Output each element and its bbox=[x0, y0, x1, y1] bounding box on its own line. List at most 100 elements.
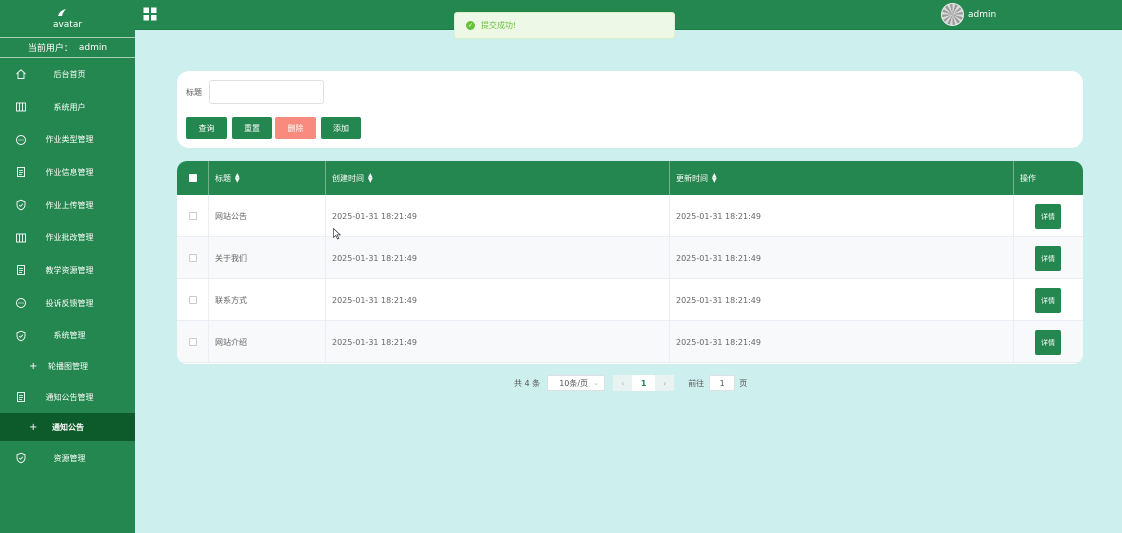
sidebar-item-home[interactable]: 后台首页 bbox=[0, 58, 135, 91]
row-checkbox[interactable] bbox=[188, 338, 197, 346]
cell-created: 2025-01-31 18:21:49 bbox=[326, 237, 670, 279]
delete-button[interactable]: 删除 bbox=[275, 117, 316, 139]
row-checkbox[interactable] bbox=[188, 212, 197, 220]
logo: avatar bbox=[0, 0, 135, 38]
sidebar-item-label: 通知公告 bbox=[52, 422, 84, 432]
mouse-cursor-icon bbox=[333, 228, 341, 240]
table-row: 关于我们 2025-01-31 18:21:49 2025-01-31 18:2… bbox=[177, 237, 1083, 279]
row-select-cell bbox=[177, 237, 209, 279]
goto-page-input[interactable]: 1 bbox=[709, 375, 736, 391]
sort-icon[interactable]: ▲ ▼ bbox=[235, 173, 240, 184]
topbar-username[interactable]: admin bbox=[968, 10, 996, 20]
column-header-title[interactable]: 标题 ▲ ▼ bbox=[209, 161, 326, 195]
row-select-cell bbox=[177, 279, 209, 321]
table-row: 联系方式 2025-01-31 18:21:49 2025-01-31 18:2… bbox=[177, 279, 1083, 321]
current-user: 当前用户： admin bbox=[0, 38, 135, 58]
shield-icon bbox=[16, 330, 26, 342]
select-all-checkbox[interactable] bbox=[188, 174, 197, 182]
page-number-current[interactable]: 1 bbox=[632, 375, 656, 391]
current-user-label: 当前用户： bbox=[27, 44, 73, 54]
detail-button[interactable]: 详情 bbox=[1035, 330, 1061, 355]
shield-icon bbox=[16, 199, 26, 211]
current-user-name: admin bbox=[78, 42, 108, 53]
shield-icon bbox=[16, 452, 26, 464]
pagination: 共 4 条 10条/页 ⌄ ‹ 1 › 前往 1 页 bbox=[514, 375, 747, 391]
chevron-right-icon: › bbox=[663, 378, 667, 388]
row-select-cell bbox=[177, 321, 209, 363]
document-icon bbox=[17, 392, 25, 403]
search-panel: 标题 查询 重置 删除 添加 bbox=[177, 71, 1083, 148]
home-icon bbox=[16, 69, 26, 80]
column-header-actions: 操作 bbox=[1014, 161, 1083, 195]
sidebar-item-notice-management[interactable]: 通知公告管理 bbox=[0, 381, 135, 413]
sidebar-item-homework-type[interactable]: 作业类型管理 bbox=[0, 123, 135, 156]
logo-alt-text: avatar bbox=[52, 19, 83, 30]
next-page-button[interactable]: › bbox=[655, 375, 675, 391]
column-header-updated[interactable]: 更新时间 ▲ ▼ bbox=[670, 161, 1014, 195]
cell-created: 2025-01-31 18:21:49 bbox=[326, 195, 670, 237]
cell-created: 2025-01-31 18:21:49 bbox=[326, 321, 670, 363]
prev-page-button[interactable]: ‹ bbox=[613, 375, 633, 391]
row-checkbox[interactable] bbox=[188, 254, 197, 262]
logo-icon bbox=[57, 8, 67, 20]
sidebar-item-carousel[interactable]: + 轮播图管理 bbox=[0, 352, 135, 381]
sort-icon[interactable]: ▲ ▼ bbox=[712, 173, 717, 184]
cell-title: 联系方式 bbox=[209, 279, 326, 321]
check-circle-icon: ✓ bbox=[466, 21, 475, 30]
table-row: 网站介绍 2025-01-31 18:21:49 2025-01-31 18:2… bbox=[177, 321, 1083, 363]
pagination-total: 共 4 条 bbox=[514, 378, 541, 388]
cell-title: 网站公告 bbox=[209, 195, 326, 237]
sidebar-item-label: 轮播图管理 bbox=[48, 362, 88, 372]
column-header-label: 创建时间 bbox=[332, 173, 364, 183]
sidebar-item-teaching-resources[interactable]: 教学资源管理 bbox=[0, 254, 135, 287]
table-row: 网站公告 2025-01-31 18:21:49 2025-01-31 18:2… bbox=[177, 195, 1083, 237]
title-filter-label: 标题 bbox=[186, 88, 202, 97]
toast-message: 提交成功! bbox=[481, 21, 517, 30]
reset-button[interactable]: 重置 bbox=[232, 117, 272, 139]
sort-icon[interactable]: ▲ ▼ bbox=[368, 173, 373, 184]
cell-updated: 2025-01-31 18:21:49 bbox=[670, 195, 1014, 237]
avatar[interactable] bbox=[941, 3, 964, 26]
add-button[interactable]: 添加 bbox=[321, 117, 361, 139]
chat-icon bbox=[16, 134, 26, 145]
sidebar-item-resources[interactable]: 资源管理 bbox=[0, 441, 135, 475]
detail-button[interactable]: 详情 bbox=[1035, 204, 1061, 229]
cell-updated: 2025-01-31 18:21:49 bbox=[670, 279, 1014, 321]
sidebar-item-homework-grading[interactable]: 作业批改管理 bbox=[0, 221, 135, 254]
data-table: 标题 ▲ ▼ 创建时间 ▲ ▼ 更新时间 ▲ ▼ 操作 网站公告 2025-01-31… bbox=[177, 161, 1083, 364]
plus-icon: + bbox=[29, 361, 38, 373]
row-checkbox[interactable] bbox=[188, 296, 197, 304]
goto-label: 前往 bbox=[688, 378, 705, 388]
column-header-label: 标题 bbox=[215, 173, 231, 183]
cell-title: 关于我们 bbox=[209, 237, 326, 279]
sidebar-item-feedback[interactable]: 投诉反馈管理 bbox=[0, 287, 135, 320]
sidebar-item-homework-info[interactable]: 作业信息管理 bbox=[0, 156, 135, 189]
title-filter-input[interactable] bbox=[209, 80, 324, 104]
columns-icon bbox=[16, 233, 26, 243]
chevron-left-icon: ‹ bbox=[621, 378, 625, 388]
chat-icon bbox=[16, 298, 26, 309]
column-header-label: 更新时间 bbox=[676, 173, 708, 183]
plus-icon: + bbox=[29, 421, 38, 433]
detail-button[interactable]: 详情 bbox=[1035, 246, 1061, 271]
chevron-down-icon: ⌄ bbox=[593, 379, 600, 387]
page-suffix-label: 页 bbox=[739, 378, 748, 388]
document-icon bbox=[17, 265, 25, 276]
select-all-cell bbox=[177, 161, 209, 195]
cell-title: 网站介绍 bbox=[209, 321, 326, 363]
columns-icon bbox=[16, 102, 26, 112]
document-icon bbox=[17, 167, 25, 178]
cell-updated: 2025-01-31 18:21:49 bbox=[670, 321, 1014, 363]
detail-button[interactable]: 详情 bbox=[1035, 288, 1061, 313]
sidebar-item-system-management[interactable]: 系统管理 bbox=[0, 320, 135, 353]
success-toast: ✓ 提交成功! bbox=[454, 12, 675, 39]
grid-menu-icon[interactable] bbox=[143, 7, 157, 21]
column-header-created[interactable]: 创建时间 ▲ ▼ bbox=[326, 161, 670, 195]
query-button[interactable]: 查询 bbox=[186, 117, 227, 139]
page-size-select[interactable]: 10条/页 ⌄ bbox=[547, 375, 606, 391]
sidebar-item-homework-upload[interactable]: 作业上传管理 bbox=[0, 189, 135, 222]
sidebar-item-system-users[interactable]: 系统用户 bbox=[0, 91, 135, 124]
row-select-cell bbox=[177, 195, 209, 237]
sidebar-item-notice[interactable]: + 通知公告 bbox=[0, 413, 135, 442]
cell-created: 2025-01-31 18:21:49 bbox=[326, 279, 670, 321]
